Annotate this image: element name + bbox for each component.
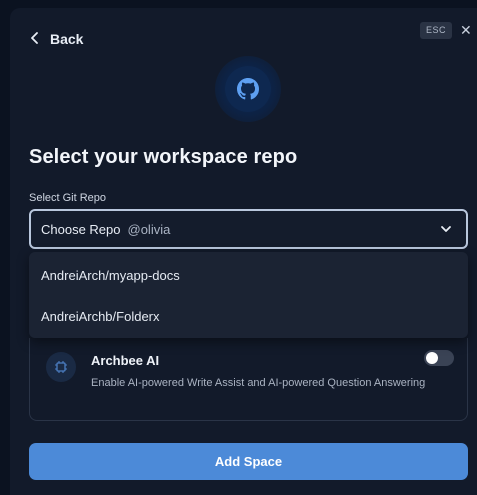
toggle-knob <box>426 352 438 364</box>
repo-option[interactable]: AndreiArchb/Folderx <box>29 296 468 337</box>
page-title: Select your workspace repo <box>29 146 298 168</box>
back-button[interactable]: Back <box>30 28 83 50</box>
ai-card-title: Archbee AI <box>91 353 160 368</box>
repo-dropdown: AndreiArch/myapp-docs AndreiArchb/Folder… <box>29 252 468 338</box>
ai-chip-icon <box>46 352 76 382</box>
github-logo <box>215 56 281 122</box>
close-icon: ✕ <box>460 22 472 38</box>
repo-select[interactable]: Choose Repo @olivia <box>29 209 468 249</box>
repo-option[interactable]: AndreiArch/myapp-docs <box>29 255 468 296</box>
ai-toggle[interactable] <box>424 350 454 366</box>
add-space-button[interactable]: Add Space <box>29 443 468 480</box>
back-label: Back <box>50 31 84 47</box>
repo-select-value: Choose Repo <box>41 221 121 237</box>
esc-badge: ESC <box>420 22 452 39</box>
close-button[interactable]: ✕ <box>460 21 472 39</box>
archbee-ai-card: Archbee AI Enable AI-powered Write Assis… <box>29 338 468 421</box>
repo-select-user: @olivia <box>127 221 171 237</box>
ai-card-description: Enable AI-powered Write Assist and AI-po… <box>91 377 426 389</box>
github-icon <box>237 78 259 100</box>
chevron-left-icon <box>30 31 40 47</box>
select-git-repo-label: Select Git Repo <box>29 192 107 204</box>
chevron-down-icon <box>440 223 452 238</box>
